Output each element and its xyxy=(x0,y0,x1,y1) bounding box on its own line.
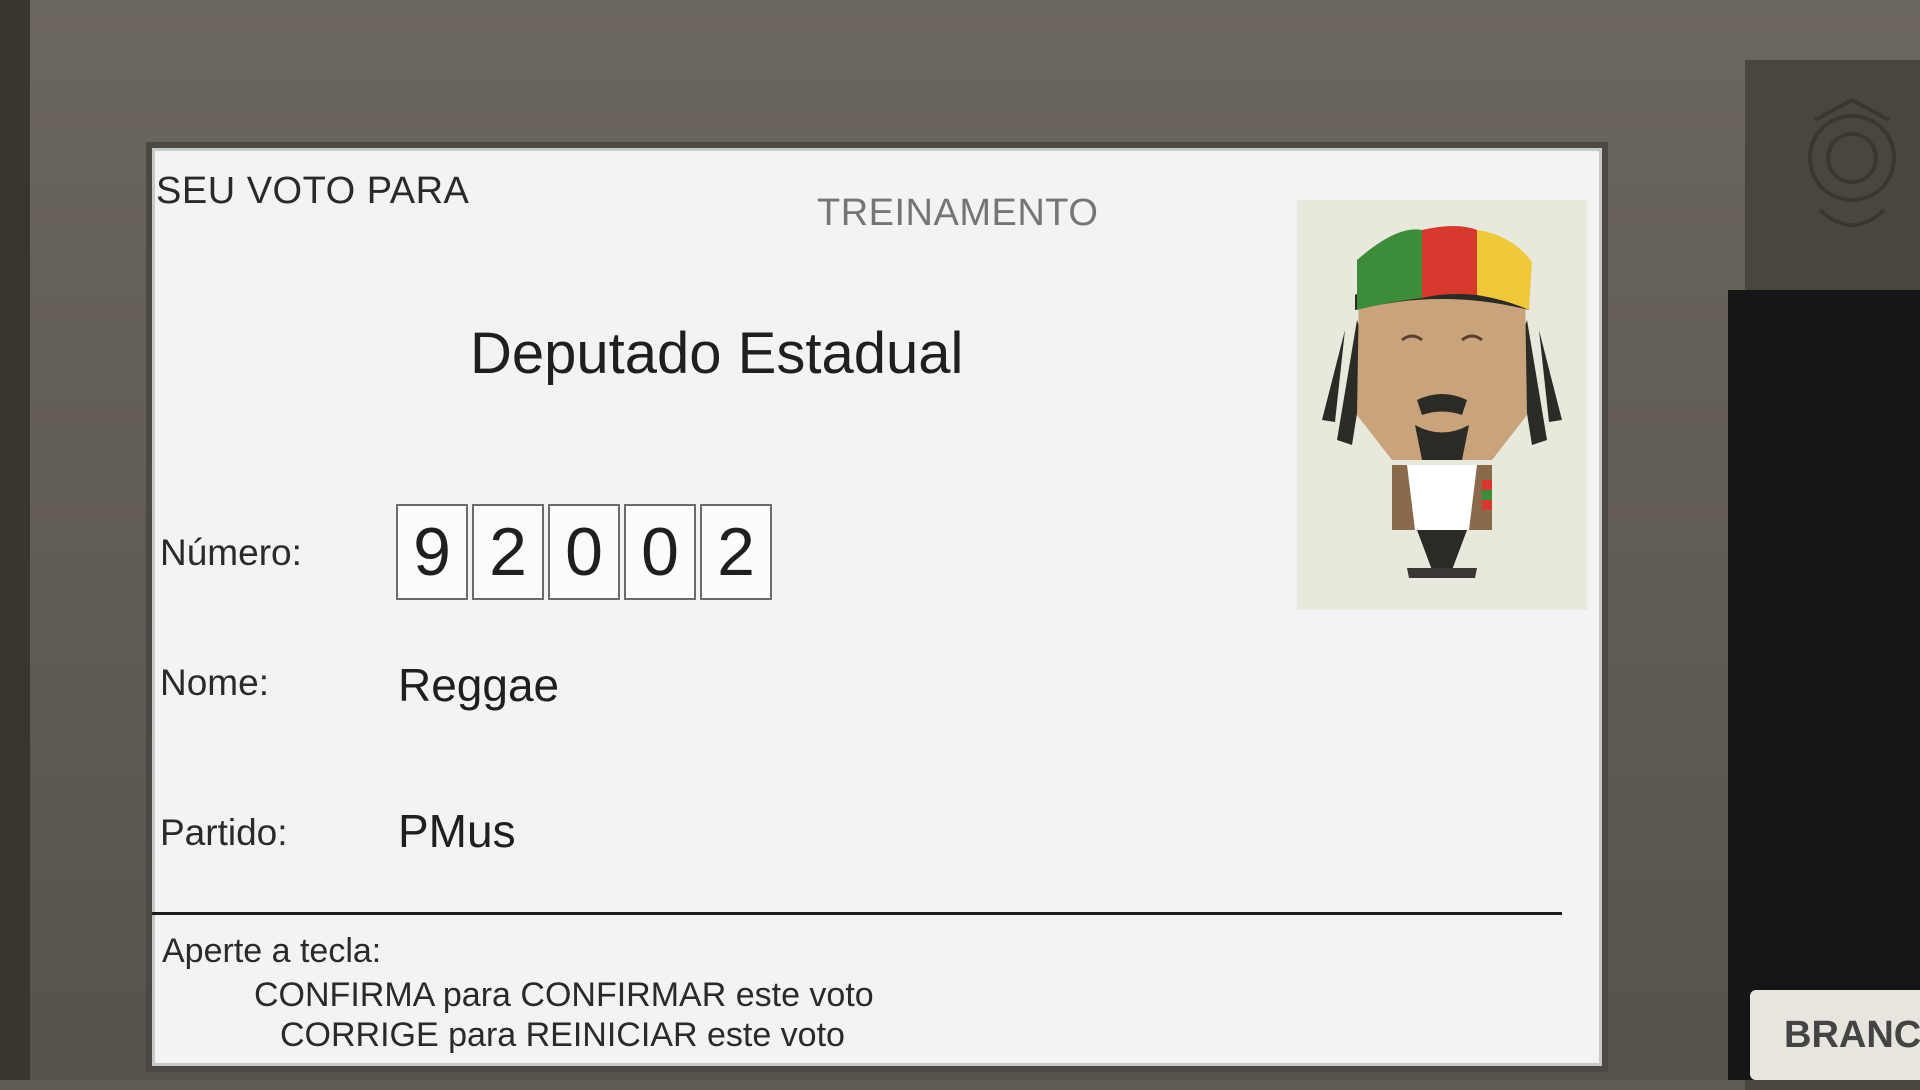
digit-box: 0 xyxy=(624,504,696,600)
candidate-name: Reggae xyxy=(398,659,560,711)
digit-box: 2 xyxy=(700,504,772,600)
instructions-title: Aperte a tecla: xyxy=(162,932,382,970)
digit-box: 0 xyxy=(548,504,620,600)
number-digits: 9 2 0 0 2 xyxy=(396,504,772,600)
branco-key[interactable]: BRANCO xyxy=(1750,990,1920,1080)
office-title: Deputado Estadual xyxy=(470,321,964,386)
number-label: Número: xyxy=(160,532,302,573)
instructions-divider xyxy=(152,912,1562,915)
instruction-correct: CORRIGE para REINICIAR este voto xyxy=(280,1016,845,1054)
candidate-photo xyxy=(1297,200,1587,610)
keypad-area xyxy=(1728,290,1920,1080)
left-edge-shadow xyxy=(0,0,30,1080)
party-label: Partido: xyxy=(160,812,288,853)
digit-box: 9 xyxy=(396,504,468,600)
voting-screen: SEU VOTO PARA TREINAMENTO Deputado Estad… xyxy=(152,148,1602,1066)
digit-box: 2 xyxy=(472,504,544,600)
vote-for-header: SEU VOTO PARA xyxy=(156,170,470,212)
coat-of-arms-icon xyxy=(1808,97,1896,227)
name-label: Nome: xyxy=(160,662,269,703)
instruction-confirm: CONFIRMA para CONFIRMAR este voto xyxy=(254,976,874,1014)
training-header: TREINAMENTO xyxy=(817,192,1099,234)
candidate-cartoon-icon xyxy=(1322,226,1562,578)
candidate-party: PMus xyxy=(398,805,516,857)
